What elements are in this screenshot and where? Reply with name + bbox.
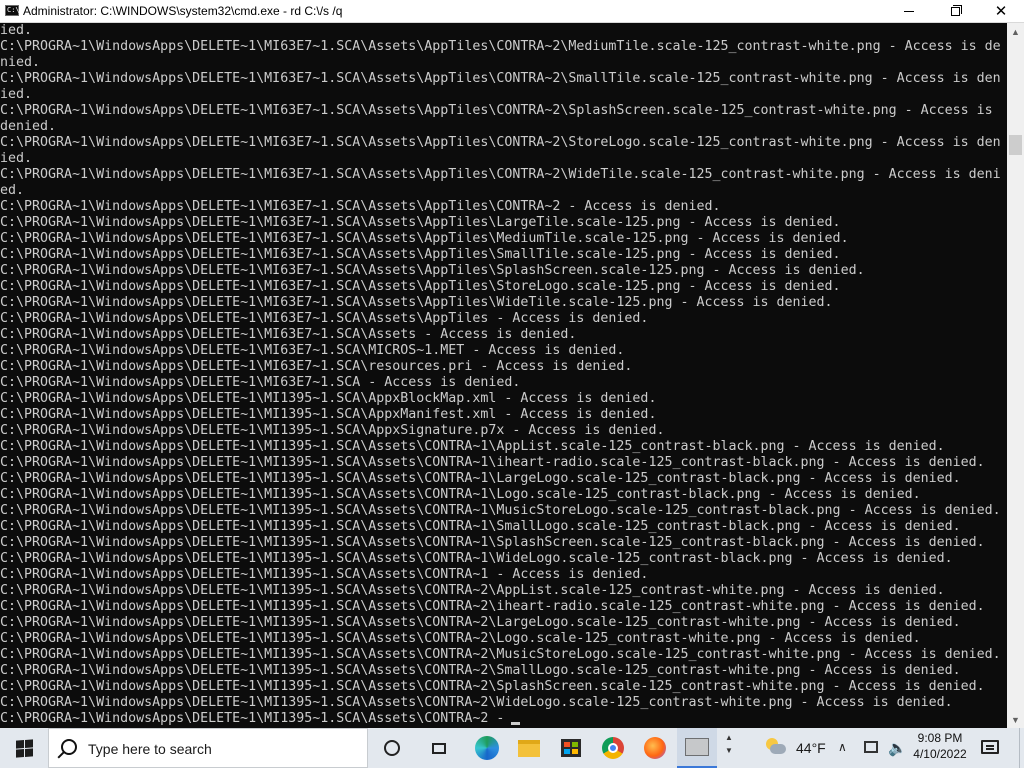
console-line: C:\PROGRA~1\WindowsApps\DELETE~1\MI63E7~… [0,263,865,278]
console-line: C:\PROGRA~1\WindowsApps\DELETE~1\MI1395~… [0,663,961,678]
microsoft-store-button[interactable] [551,728,591,768]
search-icon [61,739,77,755]
console-line: denied. [0,119,57,134]
console-output[interactable]: ied. C:\PROGRA~1\WindowsApps\DELETE~1\MI6… [0,23,1007,728]
weather-temperature[interactable]: 44°F [796,740,826,756]
console-line: C:\PROGRA~1\WindowsApps\DELETE~1\MI63E7~… [0,103,993,118]
console-line: C:\PROGRA~1\WindowsApps\DELETE~1\MI63E7~… [0,327,577,342]
clock-time: 9:08 PM [917,731,963,745]
console-line: C:\PROGRA~1\WindowsApps\DELETE~1\MI1395~… [0,471,961,486]
command-prompt-taskbar-button[interactable] [677,728,717,768]
console-line: C:\PROGRA~1\WindowsApps\DELETE~1\MI1395~… [0,391,657,406]
console-line: C:\PROGRA~1\WindowsApps\DELETE~1\MI63E7~… [0,199,721,214]
console-line: ed. [0,183,25,198]
network-icon[interactable] [864,741,878,753]
console-line: ied. [0,23,33,38]
minimize-button[interactable] [886,0,932,22]
console-line: C:\PROGRA~1\WindowsApps\DELETE~1\MI63E7~… [0,375,521,390]
scroll-up-button[interactable]: ▲ [1007,23,1024,40]
scroll-down-button[interactable]: ▼ [1007,711,1024,728]
console-line: C:\PROGRA~1\WindowsApps\DELETE~1\MI63E7~… [0,359,633,374]
restore-button[interactable] [932,0,978,22]
console-line: C:\PROGRA~1\WindowsApps\DELETE~1\MI1395~… [0,551,953,566]
command-prompt-icon [685,738,709,756]
notifications-icon[interactable] [981,740,999,754]
firefox-button[interactable] [635,728,675,768]
console-line: C:\PROGRA~1\WindowsApps\DELETE~1\MI63E7~… [0,215,841,230]
console-line: C:\PROGRA~1\WindowsApps\DELETE~1\MI1395~… [0,679,985,694]
close-button[interactable]: ✕ [978,0,1024,22]
console-line: C:\PROGRA~1\WindowsApps\DELETE~1\MI63E7~… [0,279,841,294]
file-explorer-button[interactable] [509,728,549,768]
console-line: ied. [0,87,33,102]
console-line: C:\PROGRA~1\WindowsApps\DELETE~1\MI1395~… [0,535,985,550]
taskbar-scroll-buttons[interactable]: ▲ ▼ [720,728,738,768]
file-explorer-icon [518,739,540,757]
title-bar[interactable]: C:\ Administrator: C:\WINDOWS\system32\c… [0,0,1024,23]
console-line: C:\PROGRA~1\WindowsApps\DELETE~1\MI63E7~… [0,39,1001,54]
window-title: Administrator: C:\WINDOWS\system32\cmd.e… [23,4,343,18]
system-clock[interactable]: 9:08 PM 4/10/2022 [908,730,972,762]
close-icon: ✕ [994,2,1008,20]
partly-cloudy-icon[interactable] [764,738,786,756]
show-desktop-button[interactable] [1019,728,1024,768]
console-line: C:\PROGRA~1\WindowsApps\DELETE~1\MI1395~… [0,615,961,630]
microsoft-store-icon [561,739,581,757]
taskbar-search-box[interactable]: Type here to search [48,728,368,768]
chrome-button[interactable] [593,728,633,768]
console-line: C:\PROGRA~1\WindowsApps\DELETE~1\MI63E7~… [0,135,1001,150]
console-line: nied. [0,55,41,70]
console-line: C:\PROGRA~1\WindowsApps\DELETE~1\MI63E7~… [0,247,841,262]
console-line: C:\PROGRA~1\WindowsApps\DELETE~1\MI1395~… [0,503,1001,518]
firefox-icon [644,737,666,759]
cmd-icon: C:\ [5,5,20,16]
console-line: C:\PROGRA~1\WindowsApps\DELETE~1\MI1395~… [0,711,505,726]
console-line: C:\PROGRA~1\WindowsApps\DELETE~1\MI1395~… [0,583,945,598]
edge-icon [475,736,499,760]
console-line: C:\PROGRA~1\WindowsApps\DELETE~1\MI63E7~… [0,231,849,246]
console-line: C:\PROGRA~1\WindowsApps\DELETE~1\MI63E7~… [0,167,1001,182]
console-line: C:\PROGRA~1\WindowsApps\DELETE~1\MI1395~… [0,487,921,502]
windows-logo-icon [15,738,33,758]
task-view-icon [432,742,446,754]
task-view-button[interactable] [419,728,459,768]
console-line: C:\PROGRA~1\WindowsApps\DELETE~1\MI63E7~… [0,71,1001,86]
cortana-button[interactable] [372,728,412,768]
console-line: ied. [0,151,33,166]
taskbar: Type here to search ▲ ▼ 44°F ∧ 🔈 9:08 PM … [0,728,1024,768]
cortana-icon [384,740,400,756]
console-line: C:\PROGRA~1\WindowsApps\DELETE~1\MI63E7~… [0,295,833,310]
console-line: C:\PROGRA~1\WindowsApps\DELETE~1\MI1395~… [0,695,953,710]
console-line: C:\PROGRA~1\WindowsApps\DELETE~1\MI1395~… [0,599,985,614]
console-line: C:\PROGRA~1\WindowsApps\DELETE~1\MI1395~… [0,631,921,646]
console-line: C:\PROGRA~1\WindowsApps\DELETE~1\MI63E7~… [0,343,625,358]
vertical-scrollbar[interactable]: ▲ ▼ [1007,23,1024,728]
console-line: C:\PROGRA~1\WindowsApps\DELETE~1\MI1395~… [0,439,945,454]
text-cursor [511,722,520,725]
show-hidden-icons-icon[interactable]: ∧ [838,740,847,754]
console-line: C:\PROGRA~1\WindowsApps\DELETE~1\MI63E7~… [0,311,649,326]
search-placeholder: Type here to search [88,741,212,757]
console-line: C:\PROGRA~1\WindowsApps\DELETE~1\MI1395~… [0,647,1001,662]
minimize-icon [904,10,914,12]
console-line: C:\PROGRA~1\WindowsApps\DELETE~1\MI1395~… [0,407,657,422]
edge-button[interactable] [467,728,507,768]
start-button[interactable] [0,728,48,768]
chrome-icon [602,737,624,759]
console-line: C:\PROGRA~1\WindowsApps\DELETE~1\MI1395~… [0,455,985,470]
volume-icon[interactable]: 🔈 [888,739,907,757]
clock-date: 4/10/2022 [913,747,967,761]
console-line: C:\PROGRA~1\WindowsApps\DELETE~1\MI1395~… [0,567,649,582]
scrollbar-thumb[interactable] [1009,135,1022,155]
restore-icon [950,4,962,16]
console-lines: ied. C:\PROGRA~1\WindowsApps\DELETE~1\MI6… [0,23,1007,727]
console-line: C:\PROGRA~1\WindowsApps\DELETE~1\MI1395~… [0,519,961,534]
console-line: C:\PROGRA~1\WindowsApps\DELETE~1\MI1395~… [0,423,665,438]
